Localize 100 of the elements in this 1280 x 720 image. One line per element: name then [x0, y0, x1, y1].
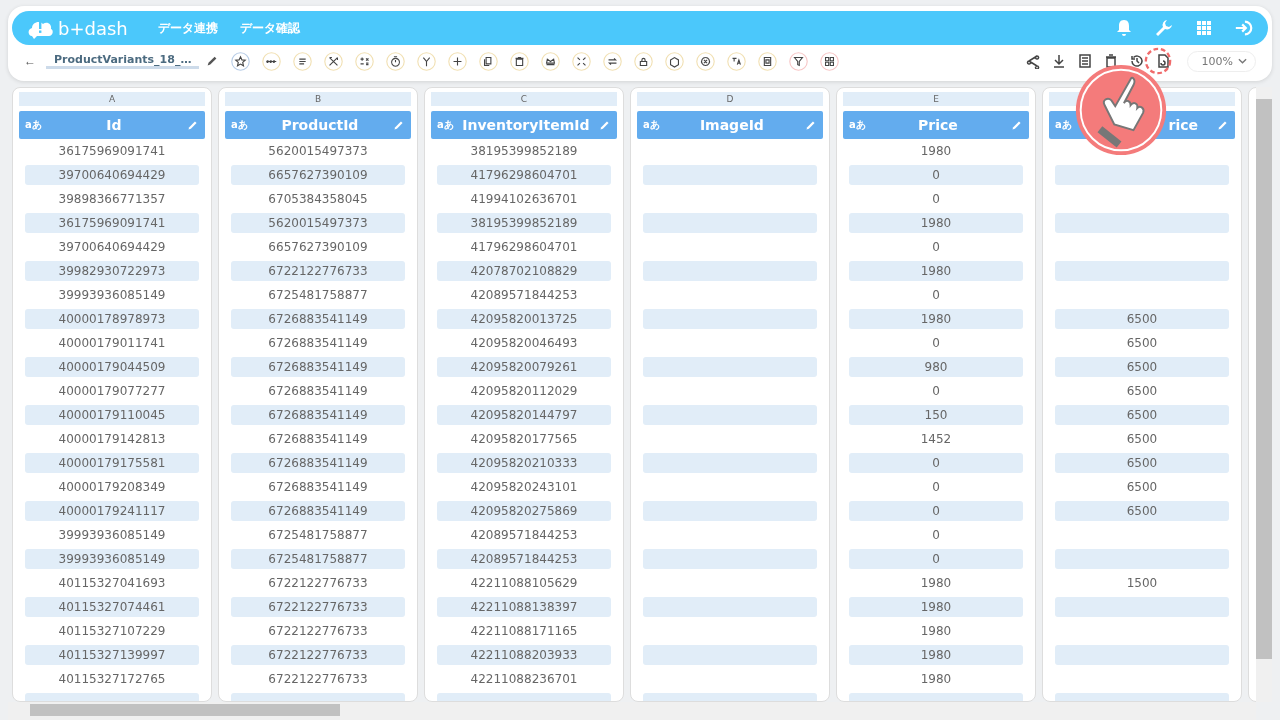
table-cell-text: 0	[931, 335, 941, 352]
translate-icon[interactable]	[727, 51, 747, 71]
table-cell: 150	[849, 405, 1023, 425]
math-icon[interactable]	[355, 51, 375, 71]
table-cell: 40000178978973	[25, 309, 199, 329]
table-cell: 0	[849, 453, 1023, 473]
table-cell: 6726883541149	[231, 309, 405, 329]
table-cell: 6500	[1055, 453, 1229, 473]
table-cell-text: 40115327172765	[57, 671, 167, 688]
table-cell: 6726883541149	[231, 405, 405, 425]
dots-icon[interactable]	[262, 51, 282, 71]
table-cell-text: 40115327107229	[57, 623, 167, 640]
table-cell-text: 6500	[1125, 479, 1159, 496]
table-cell: 0	[849, 549, 1023, 569]
table-cell-text: 1980	[919, 623, 953, 640]
back-button[interactable]: ←	[24, 54, 36, 68]
column-letter[interactable]: E	[843, 92, 1029, 106]
table-cell: 6500	[1055, 309, 1229, 329]
table-cell: 40000179241117	[25, 501, 199, 521]
table-cell-text: 1980	[919, 143, 953, 160]
table-cell: 6657627390109	[231, 165, 405, 185]
type-label: aあ	[643, 118, 660, 132]
table-cell: 1980	[849, 645, 1023, 665]
table-cell-text: 6722122776733	[267, 575, 369, 592]
file-name[interactable]: ProductVariants_18_…	[46, 53, 200, 69]
branch-icon[interactable]	[417, 51, 437, 71]
cancel-icon[interactable]	[696, 51, 716, 71]
table-cell-text: 42211088236701	[469, 671, 579, 688]
table-cell-text: 1452	[919, 431, 953, 448]
table-cell-text: 42089571844253	[469, 287, 579, 304]
swap-icon[interactable]	[603, 51, 623, 71]
table-cell: 40000179110045	[25, 405, 199, 425]
table-cell: 6500	[1055, 501, 1229, 521]
table-cell: 42095820079261	[437, 357, 611, 377]
timer-icon[interactable]	[386, 51, 406, 71]
table-cell: 40000179175581	[25, 453, 199, 473]
table-cell-text: 42095820243101	[469, 479, 579, 496]
trash-icon[interactable]	[510, 51, 530, 71]
table-cell-text: 40000179208349	[57, 479, 167, 496]
lock-icon[interactable]	[634, 51, 654, 71]
table-cell: 42089571844253	[437, 549, 611, 569]
table-cell-text: 39993936085149	[57, 287, 167, 304]
type-label: aあ	[1055, 118, 1072, 132]
type-label: aあ	[25, 118, 42, 132]
table-cell: 6500	[1055, 357, 1229, 377]
tools-icon[interactable]	[324, 51, 344, 71]
grid-icon[interactable]	[820, 51, 840, 71]
column-letter[interactable]: C	[431, 92, 617, 106]
table-cell: 6726883541149	[231, 453, 405, 473]
table-cell: 0	[849, 501, 1023, 521]
table-cell: 1980	[849, 261, 1023, 281]
list-icon[interactable]	[1076, 53, 1093, 69]
crown-icon[interactable]	[541, 51, 561, 71]
table-cell: 42095820210333	[437, 453, 611, 473]
table-cell: 0	[849, 165, 1023, 185]
table-cell-text: 42211088171165	[469, 623, 579, 640]
table-cell: 6722122776733	[231, 597, 405, 617]
caret-icon	[1238, 58, 1247, 64]
column-letter[interactable]: D	[637, 92, 823, 106]
table-cell-text: 40115327041693	[57, 575, 167, 592]
table-cell: 39700640694429	[25, 165, 199, 185]
column-name: InventoryItemId	[461, 117, 591, 133]
table-cell-text: 5620015497373	[267, 143, 369, 160]
lines-icon[interactable]	[293, 51, 313, 71]
copy-icon[interactable]	[479, 51, 499, 71]
column-letter[interactable]: B	[225, 92, 411, 106]
table-cell-text: 6705384358045	[267, 191, 369, 208]
column-name: rice	[1167, 117, 1199, 133]
share-icon[interactable]	[1024, 53, 1041, 69]
type-label: aあ	[231, 118, 248, 132]
table-cell: 6722122776733	[231, 645, 405, 665]
table-cell: 42078702108829	[437, 261, 611, 281]
column-name: Id	[105, 117, 123, 133]
plus-icon[interactable]	[448, 51, 468, 71]
table-cell-text: 41796298604701	[469, 239, 579, 256]
table-cell-text: 40000179142813	[57, 431, 167, 448]
table-cell-text: 39993936085149	[57, 527, 167, 544]
table-cell: 42211088138397	[437, 597, 611, 617]
frame-icon[interactable]	[758, 51, 778, 71]
table-cell-text: 42211088105629	[469, 575, 579, 592]
table-cell-text: 6726883541149	[267, 431, 369, 448]
table-cell-text: 6725481758877	[267, 287, 369, 304]
table-cell-text: 42089571844253	[469, 527, 579, 544]
zoom-dropdown[interactable]: 100%	[1186, 50, 1256, 72]
highlight-ring-icon	[1144, 47, 1172, 75]
table-cell-text: 39898366771357	[57, 191, 167, 208]
table-cell: 1980	[849, 309, 1023, 329]
column-letter[interactable]: A	[19, 92, 205, 106]
table-cell: 39993936085149	[25, 549, 199, 569]
filter-icon[interactable]	[789, 51, 809, 71]
history-icon[interactable]	[1128, 53, 1145, 69]
table-cell-text: 40000179011741	[57, 335, 167, 352]
table-cell-text: 6722122776733	[267, 671, 369, 688]
table-cell: 6722122776733	[231, 261, 405, 281]
column-name: ProductId	[280, 117, 360, 133]
table-cell-text: 39700640694429	[57, 239, 167, 256]
table-cell-text: 6726883541149	[267, 479, 369, 496]
table-cell-text: 42095820046493	[469, 335, 579, 352]
table-cell-text: 6500	[1125, 383, 1159, 400]
table-cell-text: 6726883541149	[267, 383, 369, 400]
